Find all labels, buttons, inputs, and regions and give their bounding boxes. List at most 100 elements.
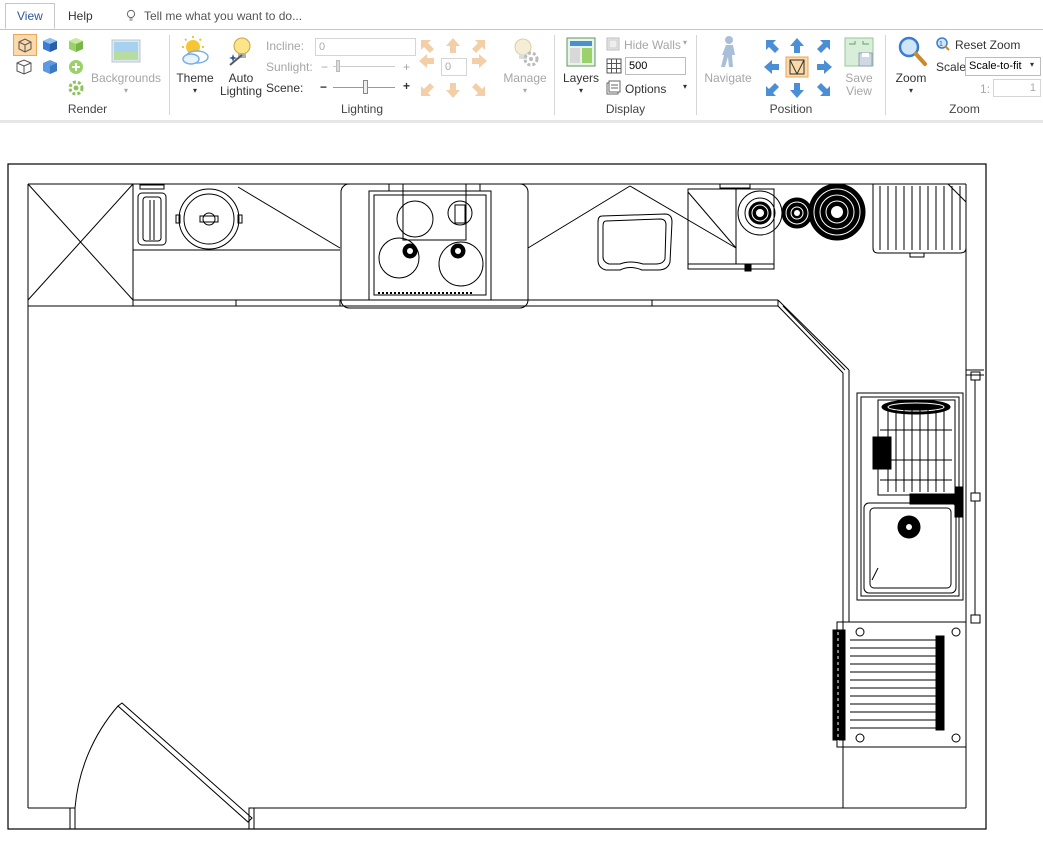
sunlight-minus[interactable]: − <box>321 60 328 74</box>
save-view-label-2: View <box>846 84 872 98</box>
camera-se-icon[interactable] <box>817 83 830 96</box>
hide-walls-dropdown-icon[interactable]: ▾ <box>683 38 687 47</box>
shaded-render-button[interactable] <box>40 35 60 55</box>
green-plus-icon <box>69 60 83 74</box>
sunlight-field[interactable]: 0 <box>441 58 467 76</box>
double-sink[interactable] <box>856 392 964 601</box>
bar-sink[interactable] <box>527 185 737 271</box>
corner-cabinet-left[interactable] <box>237 186 341 249</box>
render-settings-button[interactable] <box>66 78 86 98</box>
auto-lighting-button[interactable] <box>226 35 256 67</box>
navigate-label: Navigate <box>704 71 752 85</box>
save-view-button[interactable] <box>843 36 875 68</box>
save-camera-icon <box>844 37 874 67</box>
layers-icon <box>566 37 596 67</box>
manage-button[interactable] <box>509 36 541 68</box>
zoom-group-label: Zoom <box>949 102 980 116</box>
solid-render-button[interactable] <box>40 57 60 77</box>
add-render-button[interactable] <box>66 57 86 77</box>
incline-label: Incline: <box>266 39 305 53</box>
landscape-picture-icon <box>111 39 141 63</box>
options-dropdown-icon[interactable]: ▾ <box>683 82 687 91</box>
arrow-sw-icon[interactable] <box>421 83 434 96</box>
sunlight-slider-track[interactable] <box>333 66 395 67</box>
arrow-right-icon[interactable] <box>472 54 487 68</box>
options-button[interactable]: Options <box>625 82 666 96</box>
ribbon-shadow <box>0 120 1043 123</box>
arrow-left-icon[interactable] <box>419 54 434 68</box>
tell-me-search[interactable]: Tell me what you want to do... <box>126 9 302 23</box>
door-swing[interactable] <box>74 702 253 823</box>
arrow-nw-icon[interactable] <box>421 40 434 53</box>
camera-up-icon[interactable] <box>790 38 804 53</box>
green-gear-icon <box>68 80 84 96</box>
theme-button[interactable] <box>178 35 212 67</box>
navigate-button[interactable] <box>714 35 742 69</box>
backgrounds-button[interactable] <box>110 37 142 65</box>
walking-person-icon <box>721 36 735 67</box>
zoom-button[interactable] <box>896 35 928 69</box>
incline-field[interactable]: 0 <box>315 38 416 56</box>
lightbulb-sparkle-icon <box>229 37 251 66</box>
dish-drying-rack[interactable] <box>872 183 967 258</box>
scene-label: Scene: <box>266 81 304 95</box>
plan-view-icon[interactable] <box>785 56 809 78</box>
display-group-label: Display <box>605 102 646 116</box>
arrow-down-icon[interactable] <box>446 83 460 98</box>
reset-zoom-button[interactable]: Reset Zoom <box>955 38 1020 52</box>
cooktop-range[interactable] <box>340 183 529 309</box>
dishwasher-unit[interactable] <box>832 621 967 748</box>
textured-render-button[interactable] <box>66 35 86 55</box>
camera-nw-icon[interactable] <box>766 40 779 53</box>
svg-text:1: 1 <box>939 41 943 48</box>
camera-sw-icon[interactable] <box>766 83 779 96</box>
scene-minus[interactable]: − <box>320 80 327 94</box>
layers-button[interactable] <box>565 36 597 68</box>
hide-walls-icon <box>606 37 620 51</box>
position-group-label: Position <box>769 102 813 116</box>
camera-right-icon[interactable] <box>817 60 832 74</box>
wireframe-cube-icon <box>18 38 32 53</box>
camera-down-icon[interactable] <box>790 83 804 98</box>
ribbon-tab-bar: View Help Tell me what you want to do... <box>0 0 1043 29</box>
arrow-up-icon[interactable] <box>446 38 460 53</box>
stacked-pans[interactable] <box>737 183 866 241</box>
auto-lighting-label-2: Lighting <box>219 84 263 98</box>
toaster[interactable] <box>137 184 167 246</box>
ratio-field[interactable]: 1 <box>993 79 1041 97</box>
floor-plan-canvas[interactable] <box>0 124 1043 845</box>
sunlight-label: Sunlight: <box>266 60 313 74</box>
green-cube-icon <box>69 38 83 52</box>
hide-walls-button[interactable]: Hide Walls <box>624 38 681 52</box>
sun-cloud-icon <box>182 36 209 65</box>
wireframe-render-button[interactable] <box>13 34 37 56</box>
theme-dropdown-icon: ▾ <box>192 86 197 95</box>
options-icon <box>605 80 621 96</box>
layers-dropdown-icon: ▾ <box>578 86 583 95</box>
blue-cube-icon <box>43 38 57 52</box>
arrow-se-icon[interactable] <box>472 83 485 96</box>
scene-slider-thumb[interactable] <box>363 80 368 94</box>
solid-blue-cube-icon <box>43 60 57 74</box>
render-group-label: Render <box>67 102 108 116</box>
manage-dropdown-icon: ▾ <box>522 86 527 95</box>
zoom-dropdown-icon: ▾ <box>908 86 913 95</box>
rice-cooker[interactable] <box>175 188 243 250</box>
corner-counter[interactable] <box>777 299 984 808</box>
scale-dropdown-icon[interactable]: ▾ <box>1030 60 1034 69</box>
ratio-label: 1: <box>980 82 991 96</box>
grid-size-field[interactable]: 500 <box>625 57 686 75</box>
sunlight-plus[interactable]: + <box>403 60 410 74</box>
ribbon: Backgrounds ▾ Render Theme ▾ Auto Lighti… <box>0 29 1043 121</box>
lighting-group-label: Lighting <box>340 102 384 116</box>
arrow-ne-icon[interactable] <box>472 40 485 53</box>
camera-position-pad <box>762 36 834 100</box>
tab-help[interactable]: Help <box>57 4 104 28</box>
backgrounds-dropdown-icon: ▾ <box>123 86 128 95</box>
camera-left-icon[interactable] <box>764 60 779 74</box>
camera-ne-icon[interactable] <box>817 40 830 53</box>
sunlight-slider-thumb[interactable] <box>336 60 340 72</box>
outline-render-button[interactable] <box>14 57 34 77</box>
scene-plus[interactable]: + <box>403 79 410 93</box>
tab-view[interactable]: View <box>5 3 55 29</box>
